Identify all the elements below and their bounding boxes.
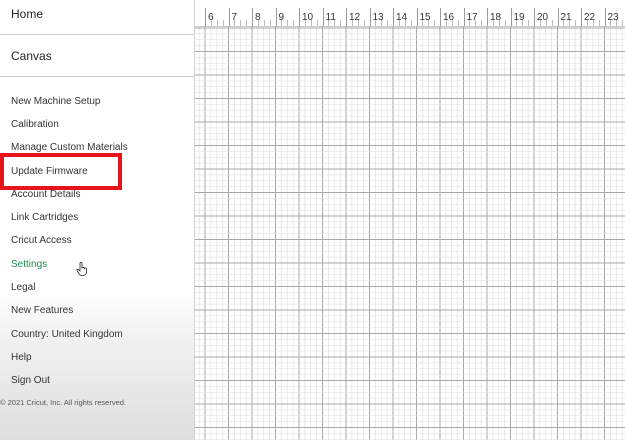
ruler-tick	[205, 8, 206, 26]
canvas-link[interactable]: Canvas	[11, 49, 52, 63]
ruler-tick	[510, 8, 512, 26]
divider	[0, 76, 195, 77]
horizontal-ruler: 6 7 8 9 10 11 12 13 14 15 16 17 18 19 20 21 22 23	[195, 0, 625, 27]
menu-item-help[interactable]: Help	[11, 352, 32, 364]
menu-item-settings[interactable]: Settings	[11, 259, 47, 271]
menu-item-cricut-access[interactable]: Cricut Access	[11, 235, 72, 247]
menu-item-calibration[interactable]: Calibration	[11, 119, 59, 131]
copyright-text: © 2021 Cricut, Inc. All rights reserved.	[0, 398, 126, 407]
ruler-tick	[604, 8, 606, 26]
ruler-tick	[487, 8, 488, 26]
ruler-tick	[557, 8, 559, 26]
hand-cursor-icon	[76, 262, 87, 276]
home-link[interactable]: Home	[11, 7, 43, 21]
ruler-tick	[299, 8, 300, 26]
ruler-tick	[581, 8, 582, 26]
menu-item-sign-out[interactable]: Sign Out	[11, 375, 50, 387]
divider	[0, 34, 195, 35]
menu-item-new-features[interactable]: New Features	[11, 305, 73, 317]
menu-item-account-details[interactable]: Account Details	[11, 189, 80, 201]
ruler-tick	[440, 8, 441, 26]
ruler-tick	[463, 8, 465, 26]
ruler-tick	[393, 8, 394, 26]
menu-item-country[interactable]: Country: United Kingdom	[11, 329, 123, 341]
menu-item-legal[interactable]: Legal	[11, 282, 35, 294]
menu-item-link-cartridges[interactable]: Link Cartridges	[11, 212, 78, 224]
design-canvas[interactable]: 6 7 8 9 10 11 12 13 14 15 16 17 18 19 20 21 22 23	[195, 0, 625, 440]
canvas-grid	[195, 26, 625, 440]
ruler-tick	[346, 8, 347, 26]
ruler-tick	[252, 8, 253, 26]
ruler-tick	[275, 8, 277, 26]
ruler-tick	[369, 8, 371, 26]
ruler-tick	[322, 8, 324, 26]
highlight-annotation-box	[0, 153, 122, 190]
ruler-tick	[228, 8, 230, 26]
ruler-tick	[534, 8, 535, 26]
sidebar-menu: Home Canvas New Machine Setup Calibratio…	[0, 0, 195, 440]
menu-item-new-machine-setup[interactable]: New Machine Setup	[11, 96, 101, 108]
ruler-tick	[416, 8, 418, 26]
